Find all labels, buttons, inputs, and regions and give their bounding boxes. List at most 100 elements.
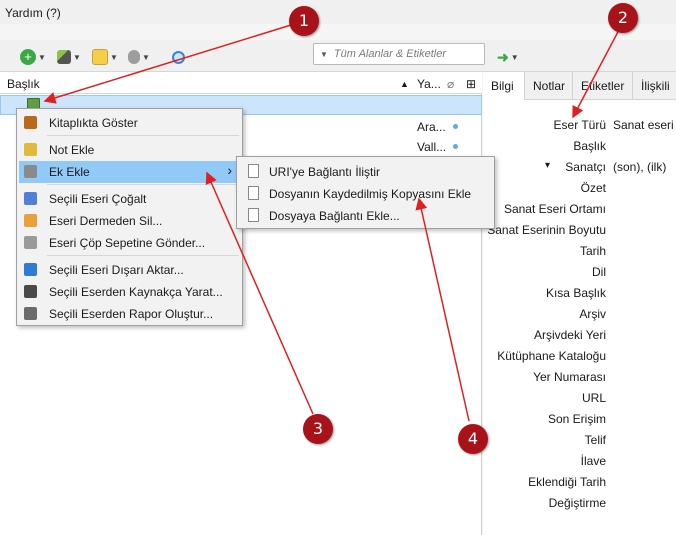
chevron-down-icon: ▼ xyxy=(510,52,519,62)
field-label: Özet xyxy=(580,181,606,195)
chevron-down-icon: ▼ xyxy=(110,52,118,62)
menu-item-label: Not Ekle xyxy=(49,143,95,157)
field-label: Kısa Başlık xyxy=(545,286,606,300)
menu-item[interactable]: Seçili Eseri Dışarı Aktar... xyxy=(19,259,240,281)
menu-separator xyxy=(47,255,239,256)
file-icon xyxy=(248,186,259,200)
arrow-right-icon: ➜ xyxy=(497,48,509,65)
menu-separator xyxy=(47,135,239,136)
menu-item-label: Eseri Dermeden Sil... xyxy=(49,214,163,228)
field-value[interactable]: Sanat eseri xyxy=(613,118,674,132)
expand-toggle-icon[interactable]: ▾ xyxy=(545,160,550,171)
submenu-item-label: URI'ye Bağlantı İliştir xyxy=(269,165,380,179)
search-placeholder: Tüm Alanlar & Etiketler xyxy=(333,48,446,60)
annotation-badge: 3 xyxy=(303,414,333,444)
add-attachment-button[interactable]: ▼ xyxy=(128,48,150,66)
menu-item[interactable]: Seçili Eserden Kaynakça Yarat... xyxy=(19,281,240,303)
chevron-down-icon: ▼ xyxy=(38,52,46,62)
menu-item-label: Ek Ekle xyxy=(49,165,90,179)
field-label: Başlık xyxy=(573,139,606,153)
item-info-pane: Bilgi Notlar Etiketler İlişkili Eser Tür… xyxy=(483,72,676,535)
submenu-arrow-icon: › xyxy=(227,162,232,178)
add-by-identifier-button[interactable]: ▼ xyxy=(57,48,81,66)
note-icon xyxy=(24,143,37,156)
folder-icon xyxy=(24,116,37,129)
column-creator[interactable]: Ya... xyxy=(417,77,441,91)
field-label: Sanatçı xyxy=(565,160,606,174)
menu-item[interactable]: Seçili Eseri Çoğalt xyxy=(19,188,240,210)
menu-item-label: Seçili Eserden Kaynakça Yarat... xyxy=(49,285,223,299)
attachment-dot-icon xyxy=(453,144,458,149)
menu-item-label: Eseri Çöp Sepetine Gönder... xyxy=(49,236,206,250)
column-picker-icon[interactable]: ⊞ xyxy=(466,77,476,91)
menu-item[interactable]: Eseri Çöp Sepetine Gönder... xyxy=(19,232,240,254)
tab-tags[interactable]: Etiketler xyxy=(573,72,633,100)
field-label: Yer Numarası xyxy=(533,370,606,384)
submenu-item[interactable]: URI'ye Bağlantı İliştir xyxy=(239,161,492,183)
paperclip-icon xyxy=(24,165,37,178)
field-label: Tarih xyxy=(579,244,606,258)
field-label: Dil xyxy=(592,265,606,279)
locate-button[interactable]: ➜ ▼ xyxy=(497,48,519,66)
menu-separator xyxy=(47,184,239,185)
menu-item[interactable]: Seçili Eserden Rapor Oluştur... xyxy=(19,303,240,325)
submenu-item[interactable]: Dosyaya Bağlantı Ekle... xyxy=(239,205,492,227)
duplicate-icon xyxy=(24,192,37,205)
field-label: Kütüphane Kataloğu xyxy=(497,349,606,363)
field-label: Sanat Eserinin Boyutu xyxy=(487,223,606,237)
search-input[interactable]: ▼ Tüm Alanlar & Etiketler xyxy=(313,43,485,65)
menu-item[interactable]: Kitaplıkta Göster xyxy=(19,112,240,134)
bibliography-icon xyxy=(24,285,37,298)
submenu-item[interactable]: Dosyanın Kaydedilmiş Kopyasını Ekle xyxy=(239,183,492,205)
field-label: Eklendiği Tarih xyxy=(528,475,606,489)
menu-item[interactable]: Not Ekle xyxy=(19,139,240,161)
paperclip-icon xyxy=(128,50,140,64)
trash-icon xyxy=(24,236,37,249)
menu-item-label: Seçili Eseri Çoğalt xyxy=(49,192,147,206)
menu-item[interactable]: Eseri Dermeden Sil... xyxy=(19,210,240,232)
folder-remove-icon xyxy=(24,214,37,227)
menu-item-label: Seçili Eserden Rapor Oluştur... xyxy=(49,307,214,321)
submenu-item-label: Dosyanın Kaydedilmiş Kopyasını Ekle xyxy=(269,187,472,201)
menu-item-label: Seçili Eseri Dışarı Aktar... xyxy=(49,263,184,277)
attachment-column-icon[interactable]: ⌀ xyxy=(447,77,454,91)
chevron-down-icon: ▼ xyxy=(142,52,150,62)
info-tabs: Bilgi Notlar Etiketler İlişkili xyxy=(483,72,676,100)
note-icon xyxy=(92,49,108,65)
new-item-button[interactable]: + ▼ xyxy=(20,48,46,66)
tab-notes[interactable]: Notlar xyxy=(525,72,573,100)
advanced-search-button[interactable] xyxy=(172,48,185,66)
annotation-badge: 2 xyxy=(608,3,638,33)
tab-info[interactable]: Bilgi xyxy=(483,72,525,100)
chevron-down-icon: ▼ xyxy=(320,49,328,59)
file-link-icon xyxy=(248,208,259,222)
sort-ascending-icon: ▲ xyxy=(400,79,409,89)
menu-item[interactable]: Ek Ekle › xyxy=(19,161,240,183)
tab-related[interactable]: İlişkili xyxy=(633,72,676,100)
field-value[interactable]: (son), (ilk) xyxy=(613,160,666,174)
attachment-dot-icon xyxy=(453,124,458,129)
field-label: Arşivdeki Yeri xyxy=(533,328,606,342)
new-note-button[interactable]: ▼ xyxy=(92,48,118,66)
field-label: Değiştirme xyxy=(548,496,606,510)
field-label: URL xyxy=(581,391,606,405)
chevron-down-icon: ▼ xyxy=(73,52,81,62)
column-title[interactable]: Başlık xyxy=(7,77,40,91)
export-icon xyxy=(24,263,37,276)
field-label: İlave xyxy=(580,454,606,468)
attachment-submenu: URI'ye Bağlantı İliştir Dosyanın Kaydedil… xyxy=(236,156,495,229)
menu-bar: Yardım (?) xyxy=(0,0,676,24)
menu-item-label: Kitaplıkta Göster xyxy=(49,116,138,130)
help-menu[interactable]: Yardım (?) xyxy=(5,6,61,20)
row-creator: Vall... xyxy=(417,140,447,154)
annotation-badge: 4 xyxy=(458,424,488,454)
field-label: Arşiv xyxy=(579,307,606,321)
field-label: Son Erişim xyxy=(547,412,606,426)
submenu-item-label: Dosyaya Bağlantı Ekle... xyxy=(269,209,400,223)
magic-wand-icon xyxy=(57,50,71,64)
link-icon xyxy=(248,164,259,178)
report-icon xyxy=(24,307,37,320)
magnifier-icon xyxy=(172,50,185,64)
context-menu: Kitaplıkta Göster Not Ekle Ek Ekle › Seçili … xyxy=(16,108,243,326)
field-label: Eser Türü xyxy=(553,118,606,132)
